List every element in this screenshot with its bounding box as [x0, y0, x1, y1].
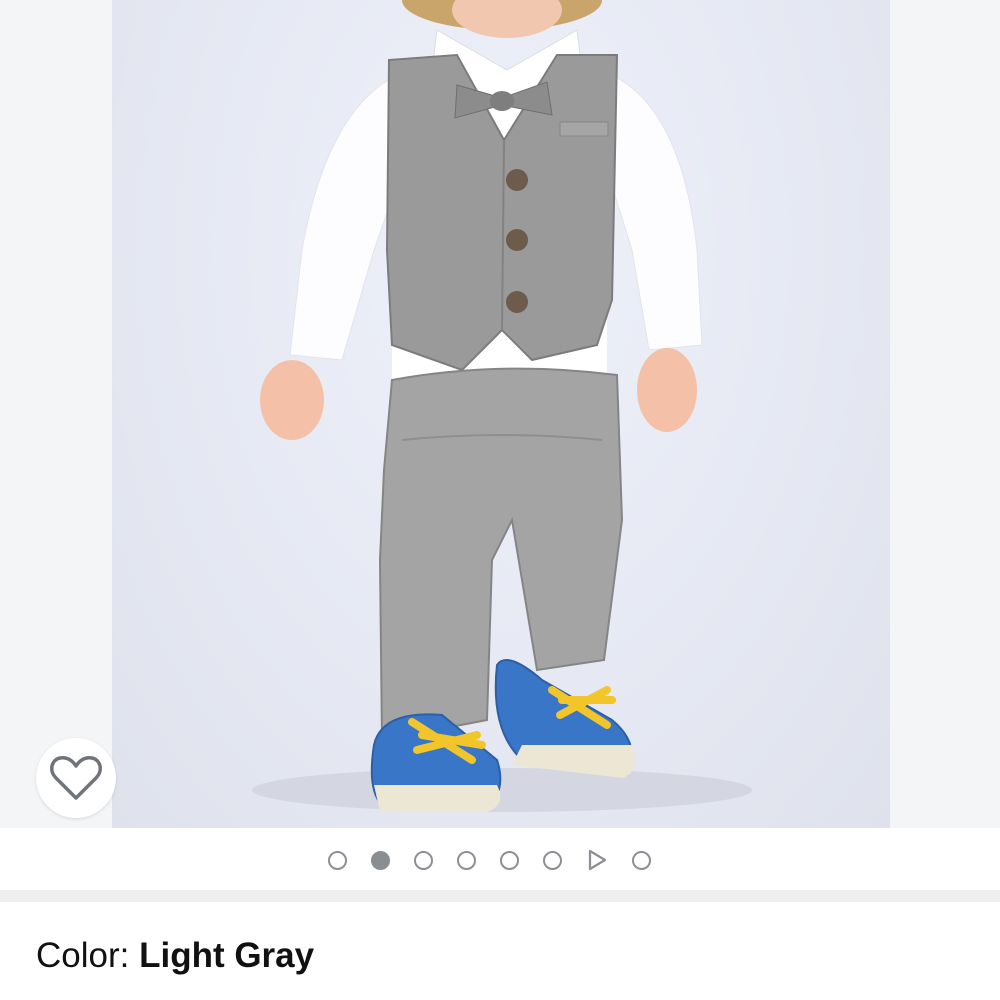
- heart-outline-icon: [50, 755, 102, 800]
- image-pagination-bar: [0, 828, 1000, 890]
- toddler-outfit-illustration: [252, 0, 752, 812]
- pagination-dot-2-active[interactable]: [371, 850, 390, 870]
- wishlist-button[interactable]: [36, 738, 116, 818]
- pagination-dot-8[interactable]: [632, 850, 651, 870]
- product-photo[interactable]: [112, 0, 890, 828]
- image-pagination-dots: [328, 849, 651, 871]
- section-divider: [0, 890, 1000, 902]
- color-value: Light Gray: [139, 936, 315, 975]
- video-play-icon[interactable]: [586, 849, 608, 871]
- color-variation-row: Color: Light Gray: [36, 936, 314, 976]
- product-image-carousel[interactable]: [0, 0, 1000, 828]
- pagination-dot-3[interactable]: [414, 850, 433, 870]
- pagination-dot-6[interactable]: [543, 850, 562, 870]
- pagination-dot-4[interactable]: [457, 850, 476, 870]
- pagination-dot-5[interactable]: [500, 850, 519, 870]
- pagination-dot-1[interactable]: [328, 850, 347, 870]
- color-label: Color:: [36, 936, 140, 975]
